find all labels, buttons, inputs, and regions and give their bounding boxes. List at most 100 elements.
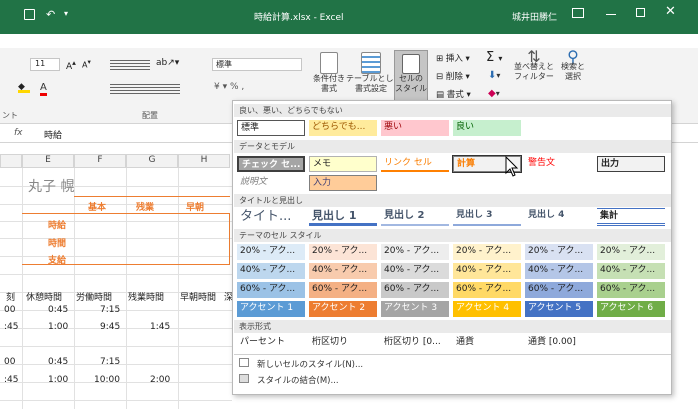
style-40-accent4[interactable]: 40% - アク... [453, 263, 521, 279]
orientation-icon[interactable]: ab↗▾ [156, 58, 179, 68]
style-percent[interactable]: パーセント [237, 335, 305, 351]
style-neutral[interactable]: どちらでも... [309, 120, 377, 136]
r5-c1[interactable]: 1:00 [48, 375, 68, 385]
restore-icon[interactable] [636, 8, 645, 17]
r5-c2[interactable]: 10:00 [94, 375, 120, 385]
style-currency0[interactable]: 通貨 [0.00] [525, 335, 593, 351]
formula-input[interactable]: 時給 [44, 128, 62, 141]
style-title[interactable]: タイト... [237, 208, 305, 226]
column-header-g[interactable]: G [126, 154, 178, 168]
fill-color-icon[interactable]: ◆ [18, 82, 30, 93]
style-60-accent4[interactable]: 60% - アク... [453, 282, 521, 298]
r1-c1[interactable]: 0:45 [48, 305, 68, 315]
header-basic[interactable]: 基本 [88, 200, 106, 213]
style-accent2[interactable]: アクセント 2 [309, 301, 377, 317]
wrap-text-icon[interactable] [110, 58, 150, 70]
style-accent1[interactable]: アクセント 1 [237, 301, 305, 317]
style-accent5[interactable]: アクセント 5 [525, 301, 593, 317]
style-20-accent6[interactable]: 20% - アク... [597, 244, 665, 260]
header-overtime[interactable]: 残業 [136, 200, 154, 213]
style-total[interactable]: 集計 [597, 208, 665, 226]
style-40-accent1[interactable]: 40% - アク... [237, 263, 305, 279]
style-40-accent6[interactable]: 40% - アク... [597, 263, 665, 279]
save-icon[interactable] [24, 9, 35, 20]
corner-header[interactable] [0, 154, 22, 168]
format-as-table-button[interactable]: テーブルとして 書式設定 [346, 52, 401, 94]
new-cell-style-menu[interactable]: 新しいセルのスタイル(N)... [257, 358, 363, 370]
style-comma0[interactable]: 桁区切り [0... [381, 335, 449, 351]
sheet-name-cell[interactable]: 丸子 幌 [28, 176, 74, 196]
r2-c3[interactable]: 1:45 [150, 322, 170, 332]
style-heading4[interactable]: 見出し 4 [525, 208, 593, 226]
currency-icon[interactable]: ¥ ▾ % , [214, 82, 244, 92]
style-40-accent3[interactable]: 40% - アク... [381, 263, 449, 279]
style-20-accent3[interactable]: 20% - アク... [381, 244, 449, 260]
style-60-accent1[interactable]: 60% - アク... [237, 282, 305, 298]
r2-c0[interactable]: :45 [4, 322, 18, 332]
r4-c2[interactable]: 7:15 [100, 357, 120, 367]
r4-c1[interactable]: 0:45 [48, 357, 68, 367]
style-good[interactable]: 良い [453, 120, 521, 136]
column-header-e[interactable]: E [22, 154, 74, 168]
style-20-accent2[interactable]: 20% - アク... [309, 244, 377, 260]
r2-c2[interactable]: 9:45 [100, 322, 120, 332]
style-accent6[interactable]: アクセント 6 [597, 301, 665, 317]
table-head-time[interactable]: 刻 [6, 290, 15, 303]
fill-icon[interactable]: ⬇▾ [488, 70, 500, 81]
style-60-accent6[interactable]: 60% - アク... [597, 282, 665, 298]
r1-c0[interactable]: 00 [4, 305, 15, 315]
table-head-work[interactable]: 労働時間 [76, 290, 112, 303]
close-icon[interactable]: ✕ [665, 4, 676, 19]
decrease-font-icon[interactable]: A▾ [82, 58, 91, 70]
style-60-accent3[interactable]: 60% - アク... [381, 282, 449, 298]
undo-icon[interactable]: ↶ [46, 8, 55, 21]
style-output[interactable]: 出力 [597, 156, 665, 172]
style-linked-cell[interactable]: リンク セル [381, 156, 449, 172]
style-bad[interactable]: 悪い [381, 120, 449, 136]
style-comma[interactable]: 桁区切り [309, 335, 377, 351]
r1-c2[interactable]: 7:15 [100, 305, 120, 315]
header-early[interactable]: 早朝 [186, 200, 204, 213]
increase-font-icon[interactable]: A▴ [66, 58, 76, 72]
merge-styles-menu[interactable]: スタイルの結合(M)... [257, 374, 339, 386]
style-40-accent2[interactable]: 40% - アク... [309, 263, 377, 279]
style-heading3[interactable]: 見出し 3 [453, 208, 521, 226]
format-button[interactable]: ▤ 書式 ▾ [436, 88, 471, 100]
column-header-h[interactable]: H [178, 154, 230, 168]
style-heading1[interactable]: 見出し 1 [309, 208, 377, 226]
user-name[interactable]: 城井田勝仁 [512, 10, 557, 23]
style-accent3[interactable]: アクセント 3 [381, 301, 449, 317]
style-warning[interactable]: 警告文 [525, 156, 593, 172]
r4-c0[interactable]: 00 [4, 357, 15, 367]
table-head-early[interactable]: 早朝時間 [180, 290, 216, 303]
style-explanatory[interactable]: 説明文 [237, 175, 305, 191]
style-check-cell[interactable]: チェック セ... [237, 156, 305, 172]
insert-button[interactable]: ⊞ 挿入 ▾ [436, 52, 470, 64]
style-accent4[interactable]: アクセント 4 [453, 301, 521, 317]
clear-icon[interactable]: ◆▾ [488, 88, 500, 99]
align-icons[interactable] [110, 82, 180, 94]
style-currency[interactable]: 通貨 [453, 335, 521, 351]
style-20-accent4[interactable]: 20% - アク... [453, 244, 521, 260]
style-60-accent5[interactable]: 60% - アク... [525, 282, 593, 298]
style-40-accent5[interactable]: 40% - アク... [525, 263, 593, 279]
delete-button[interactable]: ⊟ 削除 ▾ [436, 70, 470, 82]
fx-icon[interactable]: fx [14, 128, 23, 138]
style-normal[interactable]: 標準 [237, 120, 305, 136]
autosum-icon[interactable]: Σ ▾ [486, 50, 502, 65]
style-heading2[interactable]: 見出し 2 [381, 208, 449, 226]
font-size-box[interactable]: 11 [30, 58, 60, 71]
r5-c3[interactable]: 2:00 [150, 375, 170, 385]
table-head-overtime[interactable]: 残業時間 [128, 290, 164, 303]
style-input[interactable]: 入力 [309, 175, 377, 191]
number-format-box[interactable]: 標準 [212, 58, 302, 71]
font-color-icon[interactable]: A [40, 82, 47, 96]
minimize-icon[interactable] [606, 14, 616, 15]
style-20-accent5[interactable]: 20% - アク... [525, 244, 593, 260]
table-head-break[interactable]: 休憩時間 [26, 290, 62, 303]
r2-c1[interactable]: 1:00 [48, 322, 68, 332]
style-note[interactable]: メモ [309, 156, 377, 172]
conditional-format-button[interactable]: 条件付き 書式 [312, 52, 346, 94]
cell-styles-button[interactable]: セルの スタイル [394, 50, 428, 102]
ribbon-options-icon[interactable] [572, 8, 584, 18]
